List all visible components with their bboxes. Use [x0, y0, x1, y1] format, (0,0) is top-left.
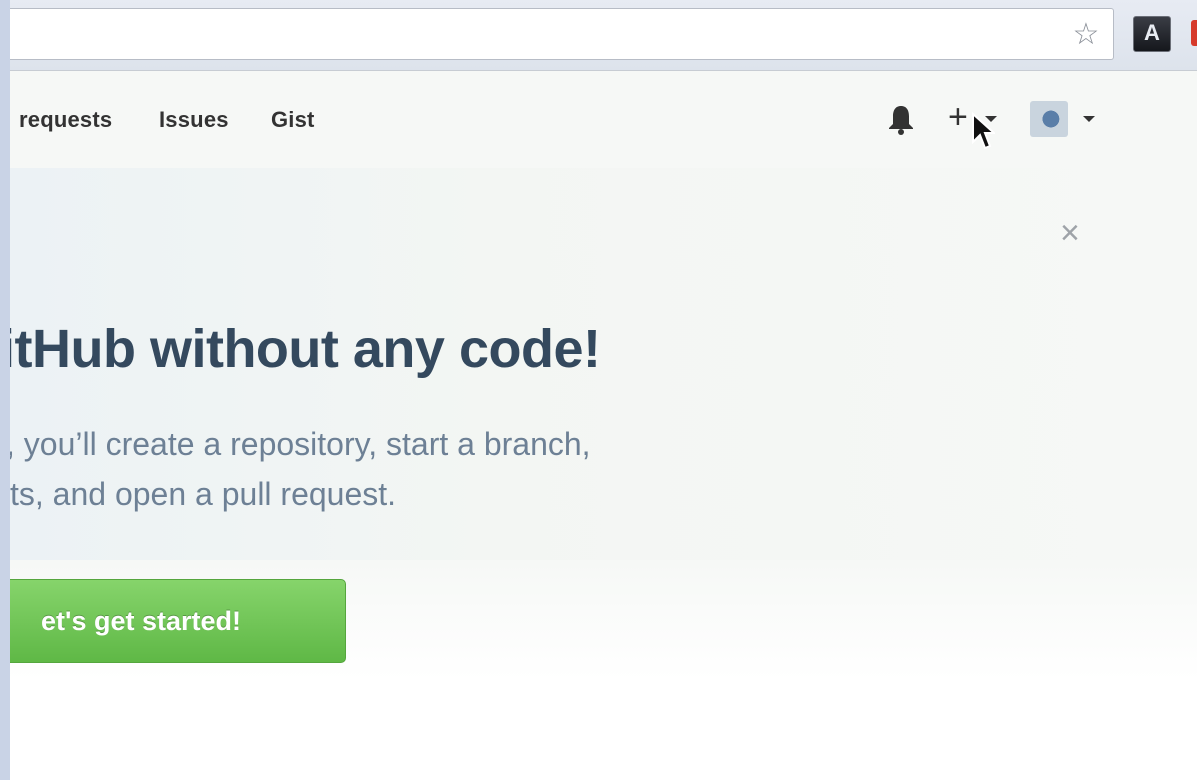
hero-description-line-2: ts, and open a pull request. [10, 476, 397, 512]
address-bar[interactable]: ☆ [10, 8, 1114, 60]
hero-description-line-1: , you’ll create a repository, start a br… [6, 426, 591, 462]
star-icon[interactable]: ☆ [1069, 18, 1103, 52]
close-icon[interactable]: × [1060, 215, 1080, 251]
extension-icon-partial[interactable] [1191, 20, 1197, 46]
caret-down-icon[interactable] [1083, 116, 1095, 122]
get-started-button[interactable]: et's get started! [0, 579, 346, 663]
nav-link-issues[interactable]: Issues [159, 107, 229, 133]
site-header: requests Issues Gist + [10, 70, 1197, 168]
nav-link-gist[interactable]: Gist [271, 107, 315, 133]
window-edge [0, 0, 10, 780]
mouse-cursor-icon [972, 112, 995, 150]
avatar[interactable] [1030, 101, 1068, 137]
plus-icon[interactable]: + [948, 97, 968, 137]
extension-icon[interactable]: A [1133, 16, 1171, 52]
page-title: itHub without any code! [0, 319, 601, 379]
nav-link-pull-requests[interactable]: requests [19, 107, 112, 133]
bell-icon[interactable] [886, 103, 916, 137]
